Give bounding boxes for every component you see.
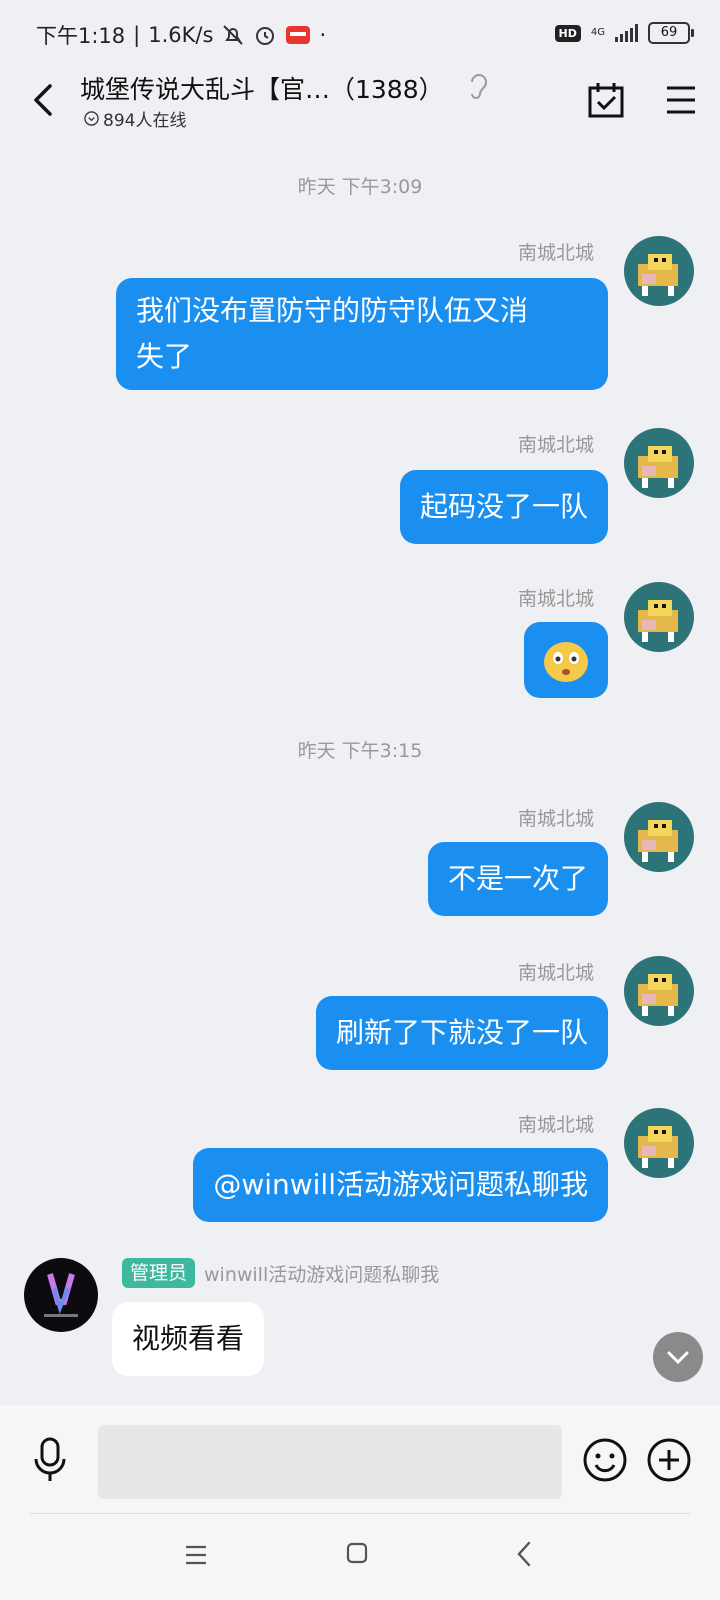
admin-badge: 管理员 [122, 1258, 196, 1288]
message-text: 刷新了下就没了一队 [335, 1016, 588, 1049]
sender-name: 南城北城 [517, 1114, 594, 1136]
chat-header: 城堡传说大乱斗【官…（1388） 894人在线 [0, 64, 720, 144]
message-text: @winwill活动游戏问题私聊我 [213, 1168, 588, 1201]
cow-avatar-icon [638, 820, 678, 862]
message-input[interactable] [98, 1425, 562, 1499]
chevron-down-icon [667, 1351, 689, 1365]
notification-dot: · [319, 23, 327, 47]
nav-back-icon[interactable] [514, 1540, 534, 1568]
status-speed: 1.6K/s [148, 23, 214, 47]
avatar[interactable] [624, 956, 694, 1026]
home-icon[interactable] [346, 1542, 368, 1564]
online-count: 894人在线 [103, 111, 187, 131]
cow-avatar-icon [638, 974, 678, 1016]
sender-name: 南城北城 [517, 962, 594, 984]
status-left: 下午1:18 | 1.6K/s · [36, 20, 326, 50]
cow-avatar-icon [638, 1126, 678, 1168]
microphone-icon[interactable] [30, 1435, 70, 1483]
earpiece-icon[interactable] [466, 70, 490, 100]
status-separator: | [133, 23, 141, 47]
calendar-check-icon[interactable] [586, 80, 626, 120]
surprised-emoji-icon [544, 642, 588, 682]
sender-name: 南城北城 [517, 242, 594, 264]
online-status[interactable]: 894人在线 [84, 106, 186, 131]
group-title[interactable]: 城堡传说大乱斗【官…（1388） [80, 70, 444, 106]
message-bubble[interactable]: 不是一次了 [427, 842, 608, 916]
status-bar: 下午1:18 | 1.6K/s · HD 4G 69 [0, 0, 720, 70]
recent-apps-icon[interactable] [184, 1544, 208, 1566]
menu-icon[interactable] [664, 84, 698, 116]
cow-avatar-icon [638, 254, 678, 296]
system-nav-bar [0, 1514, 720, 1600]
message-bubble[interactable]: 视频看看 [112, 1302, 265, 1376]
message-bubble[interactable]: 起码没了一队 [399, 470, 608, 544]
back-button[interactable] [24, 78, 64, 122]
message-text: 不是一次了 [447, 862, 588, 895]
message-text: 视频看看 [132, 1322, 245, 1355]
app-notification-icon [286, 26, 311, 44]
message-bubble[interactable]: 我们没布置防守的防守队伍又消 失了 [116, 278, 608, 390]
message-text: 我们没布置防守的防守队伍又消 [136, 294, 529, 327]
cow-avatar-icon [638, 600, 678, 642]
sender-name: 南城北城 [517, 808, 594, 830]
avatar[interactable] [624, 582, 694, 652]
admin-sender-name: winwill活动游戏问题私聊我 [204, 1264, 440, 1286]
network-type: 4G [590, 27, 605, 38]
hd-badge: HD [554, 24, 581, 42]
alarm-icon [256, 27, 275, 45]
message-bubble[interactable]: @winwill活动游戏问题私聊我 [193, 1148, 608, 1222]
message-bubble[interactable]: 😮 [524, 622, 608, 698]
signal-icon [615, 24, 638, 42]
message-text: 失了 [136, 340, 193, 373]
message-text: 起码没了一队 [419, 490, 588, 523]
status-right: HD 4G 69 [554, 22, 694, 44]
timestamp: 昨天 下午3:09 [297, 176, 423, 198]
scroll-down-button[interactable] [653, 1332, 703, 1382]
avatar[interactable] [624, 802, 694, 872]
chevron-down-circle-icon [84, 111, 99, 126]
cow-avatar-icon [638, 446, 678, 488]
winwill-logo-icon [44, 1273, 78, 1317]
emoji-icon[interactable] [582, 1437, 628, 1483]
battery-icon: 69 [648, 22, 694, 44]
plus-icon[interactable] [646, 1437, 692, 1483]
mute-icon [223, 25, 244, 45]
admin-avatar[interactable] [24, 1258, 98, 1332]
sender-name: 南城北城 [517, 588, 594, 610]
message-bubble[interactable]: 刷新了下就没了一队 [315, 996, 608, 1070]
avatar[interactable] [624, 236, 694, 306]
avatar[interactable] [624, 1108, 694, 1178]
sender-name: 南城北城 [517, 434, 594, 456]
input-bar [0, 1405, 720, 1515]
timestamp: 昨天 下午3:15 [297, 740, 423, 762]
avatar[interactable] [624, 428, 694, 498]
status-time: 下午1:18 [36, 24, 126, 48]
